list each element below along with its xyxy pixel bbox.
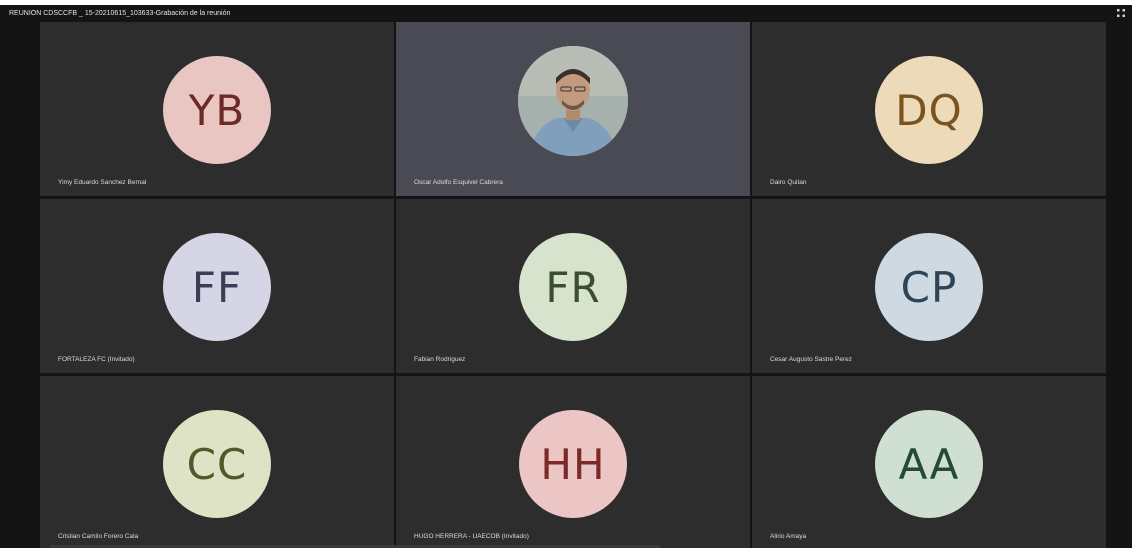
participant-tile[interactable]: FR Fabian Rodriguez bbox=[396, 199, 750, 373]
window-title: REUNION CDSCCFB _ 15-20210615_103633-Gra… bbox=[9, 10, 231, 17]
participant-name: Alirio Amaya bbox=[770, 533, 807, 540]
participant-name: Fabian Rodriguez bbox=[414, 356, 466, 363]
participant-name: Dairo Quitan bbox=[770, 179, 807, 186]
participant-tile[interactable]: AA Alirio Amaya bbox=[752, 376, 1106, 548]
participant-tile[interactable]: DQ Dairo Quitan bbox=[752, 22, 1106, 196]
participant-tile-active-speaker[interactable]: Oscar Adolfo Esquivel Cabrera bbox=[396, 22, 750, 196]
playback-progress-bar[interactable] bbox=[50, 545, 660, 548]
participant-name: Cesar Augusto Sastre Perez bbox=[770, 356, 853, 363]
participant-grid: YB Yimy Eduardo Sanchez Bernal Oscar Ado… bbox=[40, 22, 1106, 548]
participant-tile[interactable]: CP Cesar Augusto Sastre Perez bbox=[752, 199, 1106, 373]
avatar: CC bbox=[163, 410, 271, 518]
participant-tile[interactable]: CC Cristian Camilo Forero Cala bbox=[40, 376, 394, 548]
participant-name: Yimy Eduardo Sanchez Bernal bbox=[58, 179, 147, 186]
participant-name: Cristian Camilo Forero Cala bbox=[58, 533, 139, 540]
participant-name: HUGO HERRERA - UAECOB (Invitado) bbox=[414, 533, 529, 540]
avatar: CP bbox=[875, 233, 983, 341]
participant-tile[interactable]: FF FORTALEZA FC (Invitado) bbox=[40, 199, 394, 373]
participant-video-avatar bbox=[518, 46, 628, 156]
person-icon bbox=[518, 46, 628, 156]
avatar: FF bbox=[163, 233, 271, 341]
avatar: HH bbox=[519, 410, 627, 518]
fullscreen-icon[interactable] bbox=[1116, 8, 1126, 18]
avatar: FR bbox=[519, 233, 627, 341]
participant-tile[interactable]: HH HUGO HERRERA - UAECOB (Invitado) bbox=[396, 376, 750, 548]
meeting-recording-window: REUNION CDSCCFB _ 15-20210615_103633-Gra… bbox=[0, 5, 1132, 548]
avatar: DQ bbox=[875, 56, 983, 164]
avatar: AA bbox=[875, 410, 983, 518]
participant-name: FORTALEZA FC (Invitado) bbox=[58, 356, 135, 363]
avatar: YB bbox=[163, 56, 271, 164]
participant-name: Oscar Adolfo Esquivel Cabrera bbox=[414, 179, 503, 186]
participant-tile[interactable]: YB Yimy Eduardo Sanchez Bernal bbox=[40, 22, 394, 196]
